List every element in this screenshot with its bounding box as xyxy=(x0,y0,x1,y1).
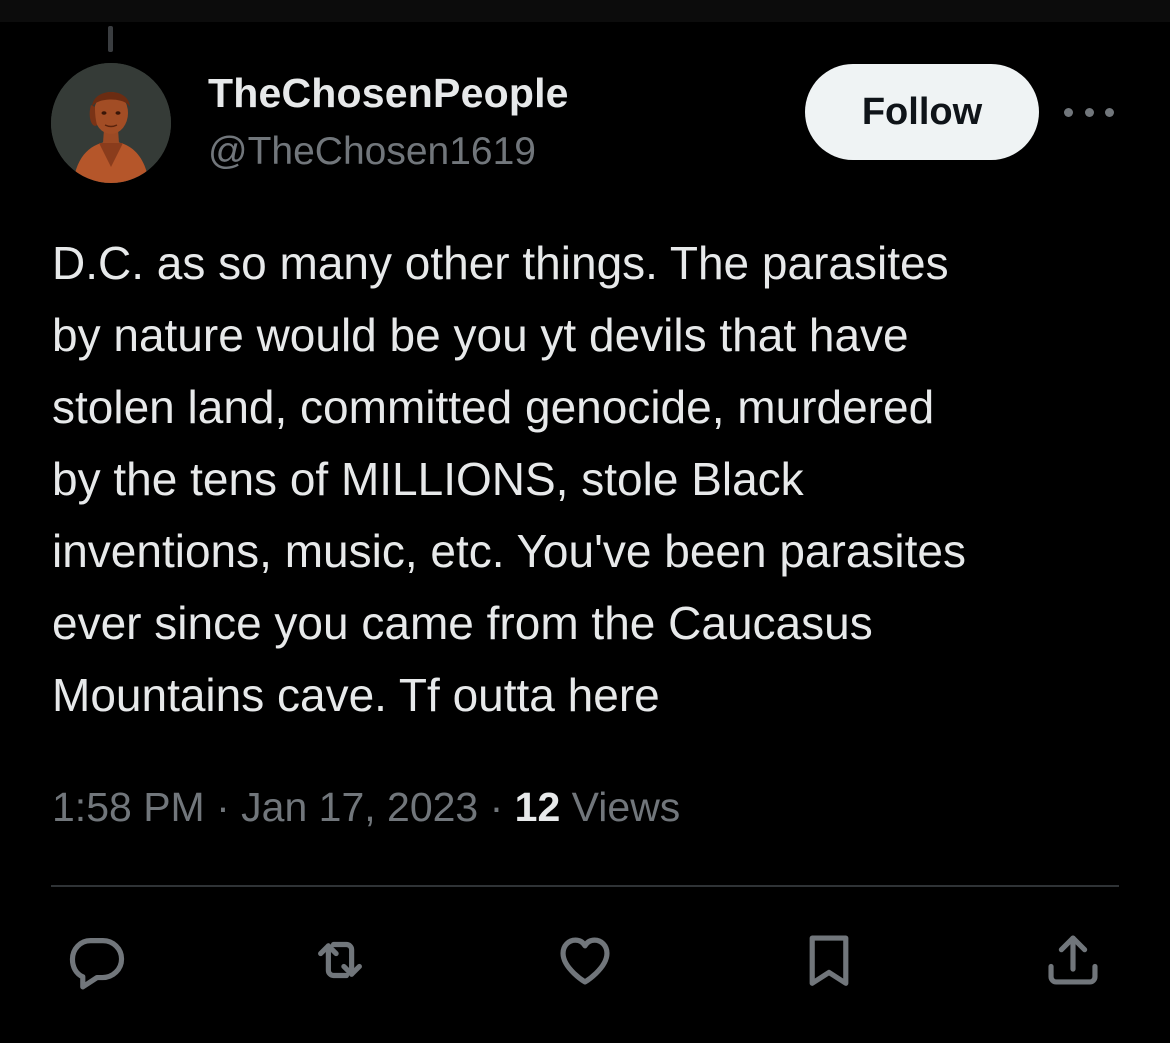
tweet-text-line: Mountains cave. Tf outta here xyxy=(52,669,660,721)
tweet-text: D.C. as so many other things. The parasi… xyxy=(52,227,1127,731)
tweet-text-line: D.C. as so many other things. The parasi… xyxy=(52,237,949,289)
retweet-button[interactable] xyxy=(305,925,375,995)
share-button[interactable] xyxy=(1038,925,1108,995)
author-handle[interactable]: @TheChosen1619 xyxy=(208,130,536,174)
tweet-text-line: stolen land, committed genocide, murdere… xyxy=(52,381,935,433)
reply-icon xyxy=(69,938,125,990)
tweet-text-line: by nature would be you yt devils that ha… xyxy=(52,309,909,361)
more-horizontal-icon-dot xyxy=(1084,107,1094,117)
author-display-name[interactable]: TheChosenPeople xyxy=(208,70,569,117)
share-icon xyxy=(1048,935,1098,985)
tweet-time[interactable]: 1:58 PM xyxy=(52,784,205,830)
views-count[interactable]: 12 xyxy=(515,784,561,830)
reply-button[interactable] xyxy=(62,925,132,995)
avatar-portrait-image xyxy=(51,63,171,183)
tweet-date[interactable]: Jan 17, 2023 xyxy=(241,784,478,830)
meta-separator: · xyxy=(478,784,515,830)
follow-button[interactable]: Follow xyxy=(805,64,1039,160)
more-horizontal-icon-dot xyxy=(1064,107,1073,117)
heart-icon xyxy=(560,937,610,985)
views-label: Views xyxy=(560,784,681,830)
bookmark-icon xyxy=(809,935,849,986)
tweet-text-line: by the tens of MILLIONS, stole Black xyxy=(52,453,804,505)
like-button[interactable] xyxy=(550,925,620,995)
tweet-text-line: inventions, music, etc. You've been para… xyxy=(52,525,967,577)
meta-separator: · xyxy=(204,784,242,830)
tweet-metadata: 1:58 PM · Jan 17, 2023 · 12 Views xyxy=(52,784,680,831)
thread-connector-line xyxy=(108,26,113,52)
more-options-button[interactable] xyxy=(1064,100,1114,124)
bookmark-button[interactable] xyxy=(794,925,864,995)
tweet-text-line: ever since you came from the Caucasus xyxy=(52,597,873,649)
avatar[interactable] xyxy=(51,63,171,183)
more-horizontal-icon-dot xyxy=(1105,107,1114,117)
retweet-icon xyxy=(318,941,362,979)
top-edge xyxy=(0,0,1170,22)
divider xyxy=(51,885,1119,887)
